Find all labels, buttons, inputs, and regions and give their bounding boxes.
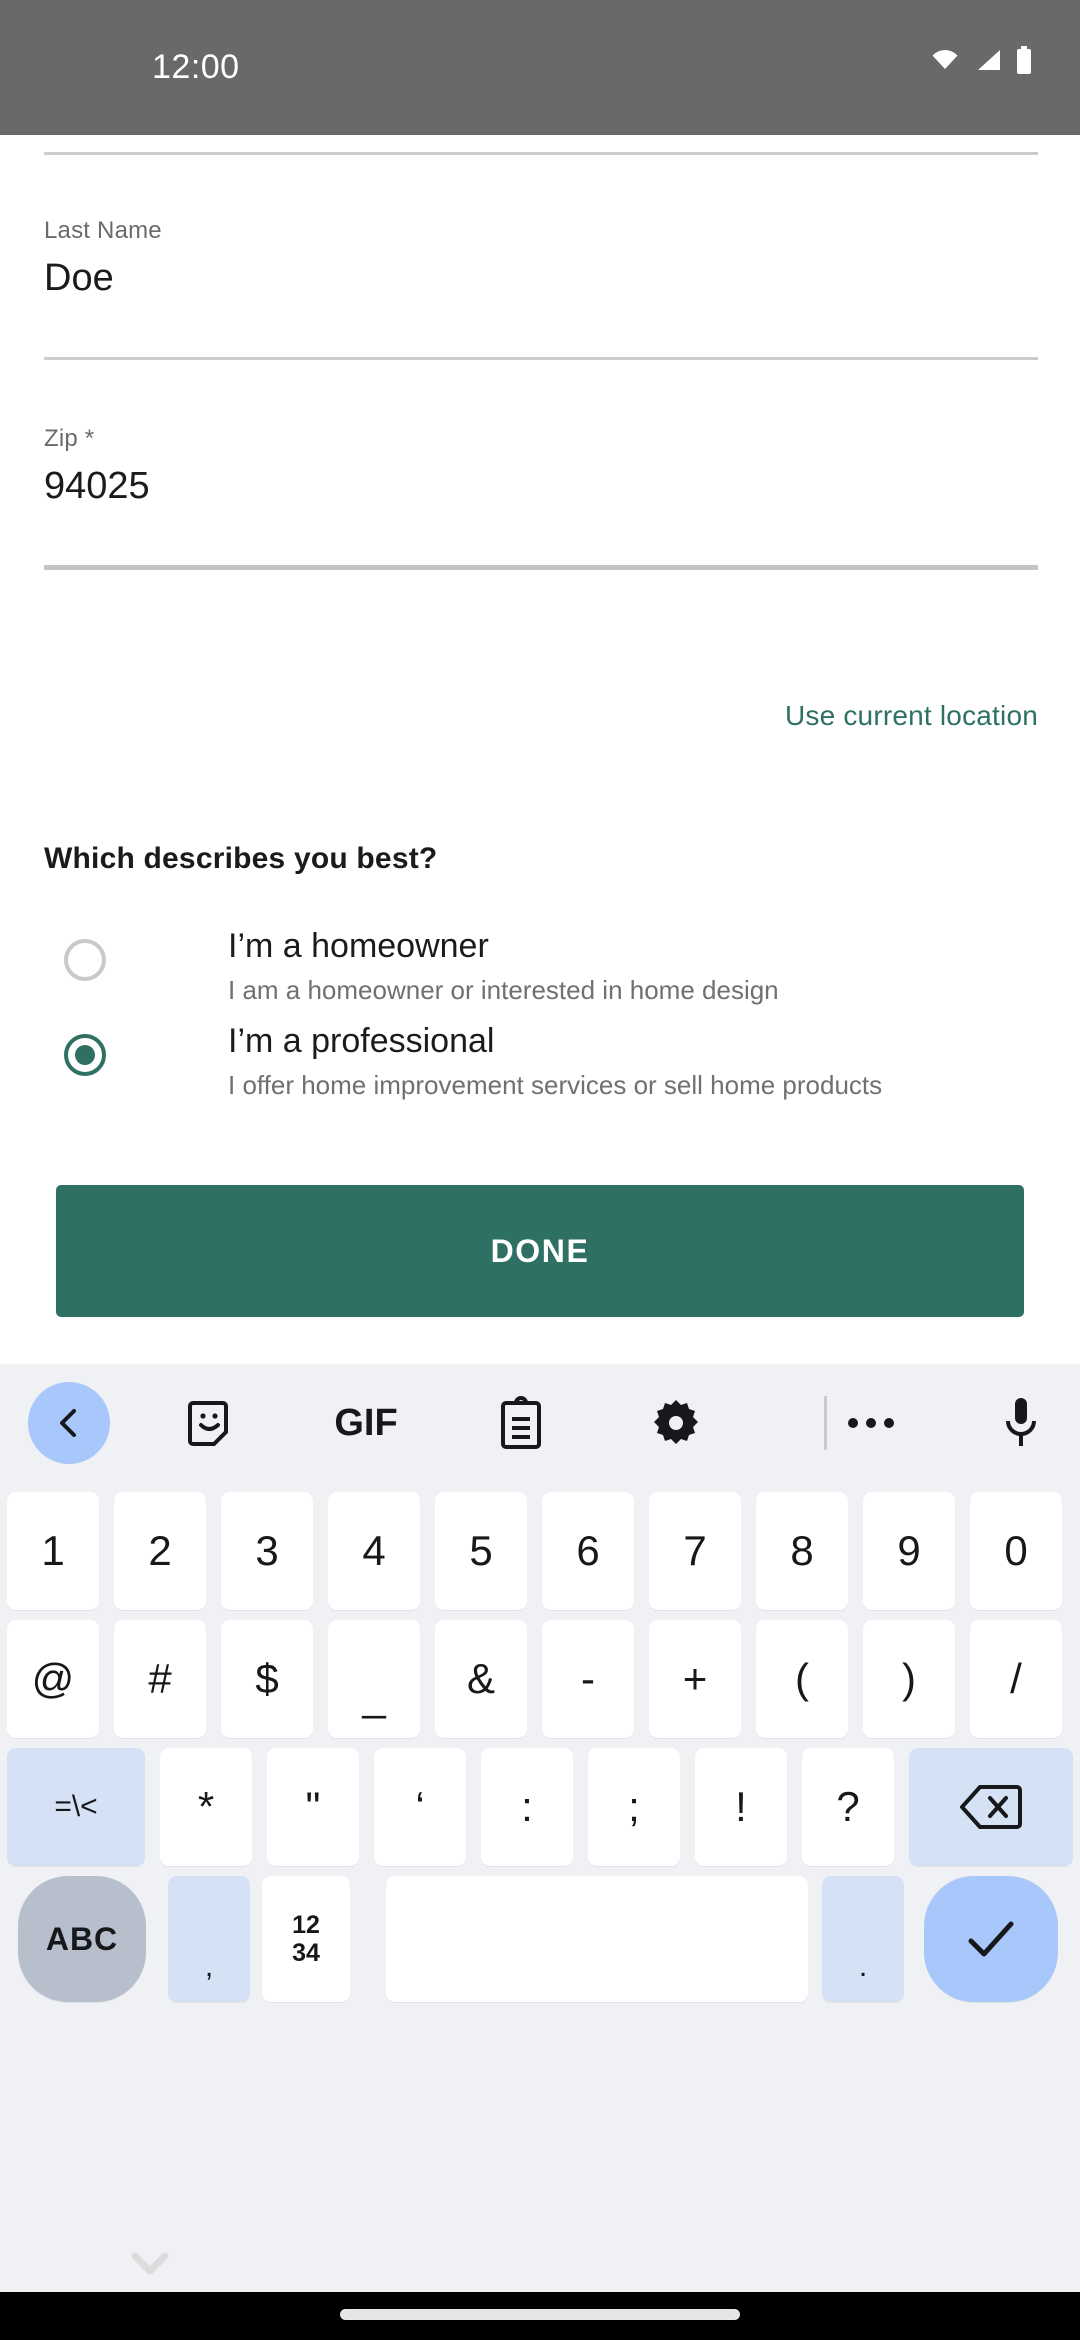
key-alt-symbols[interactable]: =\< [7,1748,145,1866]
key-3[interactable]: 3 [221,1492,313,1610]
radio-icon-homeowner[interactable] [64,939,106,981]
key-underscore[interactable]: _ [328,1620,420,1738]
key-paren-open[interactable]: ( [756,1620,848,1738]
zip-field[interactable]: Zip * 94025 [44,425,1038,570]
key-6[interactable]: 6 [542,1492,634,1610]
key-1[interactable]: 1 [7,1492,99,1610]
key-apostrophe[interactable]: ‘ [374,1748,466,1866]
status-bar-icons [930,46,1032,79]
radio-option-professional-title: I’m a professional [228,1022,495,1060]
on-screen-keyboard: GIF 1 2 3 4 5 6 7 8 9 0 @ # $ _ & - + (… [0,1364,1080,2292]
status-bar-clock: 12:00 [152,48,240,86]
zip-underline [44,565,1038,570]
key-space[interactable] [386,1876,808,2002]
key-exclamation[interactable]: ! [695,1748,787,1866]
system-nav-bar [0,2292,1080,2340]
page-title: Which describes you best? [44,842,438,875]
field-divider-top [44,152,1038,155]
gif-icon[interactable]: GIF [325,1382,407,1464]
clipboard-icon[interactable] [480,1382,562,1464]
keyboard-row-numbers: 1 2 3 4 5 6 7 8 9 0 [0,1492,1080,1610]
key-slash[interactable]: / [970,1620,1062,1738]
zip-label: Zip * [44,425,95,452]
use-current-location-link[interactable]: Use current location [785,700,1038,732]
key-2[interactable]: 2 [114,1492,206,1610]
zip-value[interactable]: 94025 [44,463,1038,509]
chevron-down-icon[interactable] [124,2244,176,2284]
home-indicator[interactable] [340,2309,740,2320]
keyboard-row-symbols-1: @ # $ _ & - + ( ) / [0,1620,1080,1738]
last-name-value[interactable]: Doe [44,255,1038,301]
key-numeric-line1: 12 [292,1911,320,1939]
key-period[interactable]: . [822,1876,904,2002]
key-4[interactable]: 4 [328,1492,420,1610]
radio-option-professional-description: I offer home improvement services or sel… [228,1070,883,1100]
key-hash[interactable]: # [114,1620,206,1738]
cell-signal-icon [974,48,1002,77]
key-8[interactable]: 8 [756,1492,848,1610]
key-5[interactable]: 5 [435,1492,527,1610]
keyboard-toolbar: GIF [0,1364,1080,1482]
phone-screen: 12:00 Last Name Doe Zip * 94025 Use curr… [0,0,1080,2340]
key-asterisk[interactable]: * [160,1748,252,1866]
toolbar-divider [824,1396,827,1450]
key-9[interactable]: 9 [863,1492,955,1610]
mic-icon[interactable] [980,1382,1062,1464]
key-at[interactable]: @ [7,1620,99,1738]
radio-icon-professional[interactable] [64,1034,106,1076]
key-7[interactable]: 7 [649,1492,741,1610]
key-double-quote[interactable]: " [267,1748,359,1866]
key-numeric-layout[interactable]: 12 34 [262,1876,350,2002]
done-button[interactable]: DONE [56,1185,1024,1317]
backspace-icon[interactable] [909,1748,1073,1866]
key-0[interactable]: 0 [970,1492,1062,1610]
key-semicolon[interactable]: ; [588,1748,680,1866]
status-bar: 12:00 [0,0,1080,135]
radio-option-professional-text: I’m a professional I offer home improvem… [228,1020,1038,1102]
keyboard-row-bottom: ABC , 12 34 . [0,1876,1080,2002]
keyboard-row-symbols-2: =\< * " ‘ : ; ! ? [0,1748,1080,1866]
gear-icon[interactable] [635,1382,717,1464]
key-minus[interactable]: - [542,1620,634,1738]
wifi-icon [930,48,960,77]
radio-option-homeowner-title: I’m a homeowner [228,927,489,965]
more-icon[interactable] [830,1382,912,1464]
cta-zone: DONE [0,1119,1080,1364]
key-question[interactable]: ? [802,1748,894,1866]
sticker-icon[interactable] [170,1382,252,1464]
signup-form: Last Name Doe Zip * 94025 Use current lo… [0,135,1080,1254]
enter-check-icon[interactable] [924,1876,1058,2002]
key-colon[interactable]: : [481,1748,573,1866]
back-icon[interactable] [28,1382,110,1464]
key-plus[interactable]: + [649,1620,741,1738]
last-name-field[interactable]: Last Name Doe [44,217,1038,360]
key-numeric-line2: 34 [292,1939,320,1967]
last-name-label: Last Name [44,217,162,244]
last-name-underline [44,357,1038,360]
key-abc[interactable]: ABC [18,1876,146,2002]
battery-icon [1016,46,1032,79]
radio-option-homeowner-text: I’m a homeowner I am a homeowner or inte… [228,925,1038,1007]
key-dollar[interactable]: $ [221,1620,313,1738]
key-paren-close[interactable]: ) [863,1620,955,1738]
radio-option-homeowner-description: I am a homeowner or interested in home d… [228,975,779,1005]
use-current-location-row: Use current location [44,700,1038,732]
key-ampersand[interactable]: & [435,1620,527,1738]
key-comma[interactable]: , [168,1876,250,2002]
